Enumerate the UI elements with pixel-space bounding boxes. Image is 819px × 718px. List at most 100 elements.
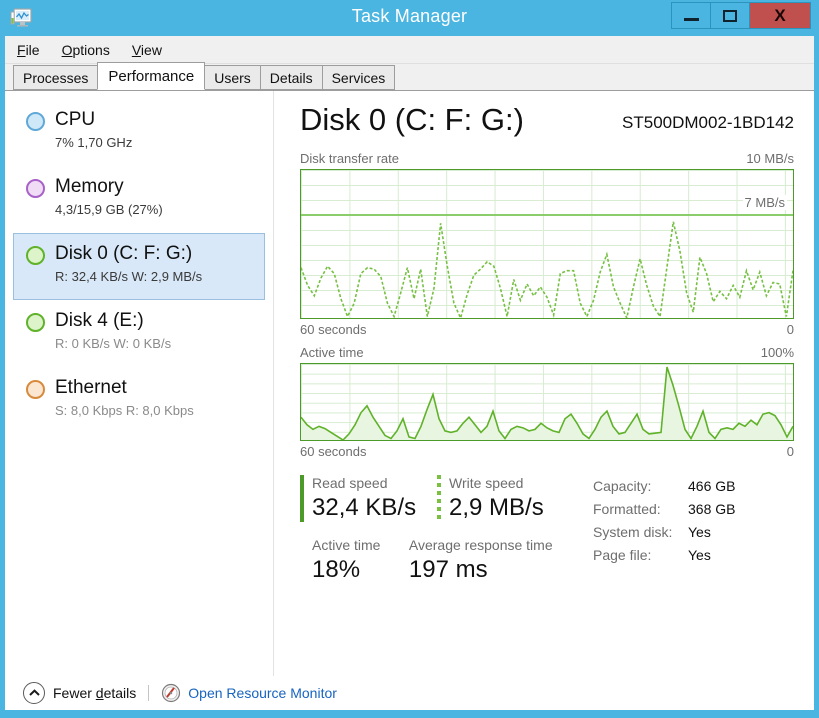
menu-view-label-rest: iew — [140, 41, 162, 58]
graph1-plot[interactable]: 7 MB/s — [300, 169, 794, 319]
footer-divider — [148, 685, 150, 701]
graph2-plot[interactable] — [300, 363, 794, 441]
graph2-x-right: 0 — [786, 444, 794, 459]
read-speed-cell: Read speed 32,4 KB/s — [300, 473, 437, 523]
graph2-title: Active time — [300, 345, 364, 360]
tab-services[interactable]: Services — [321, 65, 396, 90]
sidebar-item-memory-detail: 4,3/15,9 GB (27%) — [55, 202, 163, 217]
close-button[interactable]: X — [749, 2, 811, 29]
property-row-system-disk: System disk: Yes — [593, 521, 735, 544]
tab-details[interactable]: Details — [259, 65, 323, 90]
write-speed-cell: Write speed 2,9 MB/s — [437, 473, 574, 523]
sidebar-item-disk-4-title: Disk 4 (E:) — [55, 310, 144, 331]
avg-response-value: 197 ms — [408, 556, 488, 583]
panel-header: Disk 0 (C: F: G:) ST500DM002-1BD142 — [300, 101, 794, 147]
minimize-button[interactable] — [671, 2, 711, 29]
menu-options[interactable]: Options — [60, 40, 112, 60]
avg-response-label: Average response time — [408, 537, 553, 553]
capacity-value: 466 GB — [688, 478, 736, 494]
graph1-line — [301, 170, 793, 318]
sidebar-item-disk-4-detail: R: 0 KB/s W: 0 KB/s — [55, 336, 172, 351]
sidebar-item-memory-title: Memory — [55, 176, 124, 197]
property-row-page-file: Page file: Yes — [593, 544, 735, 567]
open-resource-monitor-link[interactable]: Open Resource Monitor — [161, 683, 337, 703]
write-speed-value: 2,9 MB/s — [449, 494, 544, 521]
maximize-icon — [723, 9, 737, 22]
sidebar-item-disk-4[interactable]: Disk 4 (E:) R: 0 KB/s W: 0 KB/s — [13, 300, 265, 367]
sidebar-item-cpu-detail: 7% 1,70 GHz — [55, 135, 133, 150]
disk-model-label: ST500DM002-1BD142 — [622, 113, 794, 132]
speed-row: Read speed 32,4 KB/s Write speed 2,9 MB/… — [300, 473, 575, 523]
ethernet-indicator-icon — [26, 380, 45, 399]
system-disk-value: Yes — [688, 524, 711, 540]
formatted-key: Formatted: — [593, 501, 661, 517]
active-time-cell: Active time 18% — [312, 535, 409, 585]
write-speed-bar-icon — [437, 475, 441, 522]
sidebar-item-ethernet[interactable]: Ethernet S: 8,0 Kbps R: 8,0 Kbps — [13, 367, 265, 434]
cpu-indicator-icon — [26, 112, 45, 131]
footer-bar: Fewer details Open Resource Monitor — [5, 676, 814, 710]
graph2-x-left: 60 seconds — [300, 444, 367, 459]
active-time-value: 18% — [312, 556, 361, 583]
graph2-labels: Active time 100% — [300, 345, 794, 363]
memory-indicator-icon — [26, 179, 45, 198]
disk-properties: Capacity: 466 GB Formatted: 368 GB Syste… — [575, 473, 735, 585]
property-row-formatted: Formatted: 368 GB — [593, 498, 735, 521]
fewer-details-label: Fewer details — [53, 685, 137, 701]
graph1-labels: Disk transfer rate 10 MB/s — [300, 151, 794, 169]
disk-stats-left: Read speed 32,4 KB/s Write speed 2,9 MB/… — [300, 473, 575, 585]
disk-detail-panel: Disk 0 (C: F: G:) ST500DM002-1BD142 Disk… — [275, 91, 814, 676]
capacity-key: Capacity: — [593, 478, 652, 494]
page-title: Disk 0 (C: F: G:) — [300, 102, 524, 137]
write-speed-label: Write speed — [449, 475, 524, 491]
graph1-axis: 60 seconds 0 — [300, 319, 794, 337]
tab-users[interactable]: Users — [204, 65, 261, 90]
graph2-area — [301, 364, 793, 440]
menu-view[interactable]: View — [130, 40, 164, 60]
timing-row: Active time 18% Average response time 19… — [300, 535, 575, 585]
sidebar-item-memory[interactable]: Memory 4,3/15,9 GB (27%) — [13, 166, 265, 233]
maximize-button[interactable] — [710, 2, 750, 29]
graph1-title: Disk transfer rate — [300, 151, 399, 166]
sidebar-item-ethernet-detail: S: 8,0 Kbps R: 8,0 Kbps — [55, 403, 194, 418]
tab-performance[interactable]: Performance — [97, 62, 206, 90]
menu-file-label-rest: ile — [25, 41, 40, 58]
sidebar-item-cpu-title: CPU — [55, 109, 96, 130]
system-disk-key: System disk: — [593, 524, 673, 540]
graph1-x-left: 60 seconds — [300, 322, 367, 337]
menu-file[interactable]: File — [15, 40, 42, 60]
page-file-key: Page file: — [593, 547, 652, 563]
resource-monitor-icon — [161, 683, 181, 703]
graph1-x-right: 0 — [786, 322, 794, 337]
resource-sidebar: CPU 7% 1,70 GHz Memory 4,3/15,9 GB (27%)… — [5, 91, 274, 676]
menu-bar: File Options View — [5, 36, 814, 64]
performance-content: CPU 7% 1,70 GHz Memory 4,3/15,9 GB (27%)… — [5, 91, 814, 710]
client-area: File Options View Processes Performance … — [5, 36, 814, 710]
fewer-details-button[interactable]: Fewer details — [23, 682, 136, 704]
disk0-indicator-icon — [26, 246, 45, 265]
avg-response-cell: Average response time 197 ms — [409, 535, 575, 585]
read-speed-value: 32,4 KB/s — [312, 494, 417, 521]
minimize-icon — [683, 17, 699, 21]
title-bar: Task Manager X — [0, 0, 819, 36]
sidebar-item-disk-0-title: Disk 0 (C: F: G:) — [55, 243, 193, 264]
read-speed-bar-icon — [300, 475, 304, 522]
chevron-up-icon — [23, 682, 45, 704]
sidebar-item-disk-0-detail: R: 32,4 KB/s W: 2,9 MB/s — [55, 269, 203, 284]
read-speed-label: Read speed — [312, 475, 388, 491]
graph2-axis: 60 seconds 0 — [300, 441, 794, 459]
resource-monitor-label: Open Resource Monitor — [188, 685, 337, 701]
disk4-indicator-icon — [26, 313, 45, 332]
sidebar-item-cpu[interactable]: CPU 7% 1,70 GHz — [13, 99, 265, 166]
sidebar-item-ethernet-title: Ethernet — [55, 377, 127, 398]
tab-processes[interactable]: Processes — [13, 65, 99, 90]
active-time-graph-block: Active time 100% 60 seconds 0 — [300, 345, 794, 459]
sidebar-item-disk-0[interactable]: Disk 0 (C: F: G:) R: 32,4 KB/s W: 2,9 MB… — [13, 233, 265, 300]
formatted-value: 368 GB — [688, 501, 736, 517]
graph2-max: 100% — [760, 345, 794, 360]
close-icon: X — [774, 5, 786, 25]
menu-options-label-rest: ptions — [72, 41, 110, 58]
graph1-max: 10 MB/s — [746, 151, 794, 166]
property-row-capacity: Capacity: 466 GB — [593, 475, 735, 498]
disk-stats: Read speed 32,4 KB/s Write speed 2,9 MB/… — [300, 473, 794, 585]
